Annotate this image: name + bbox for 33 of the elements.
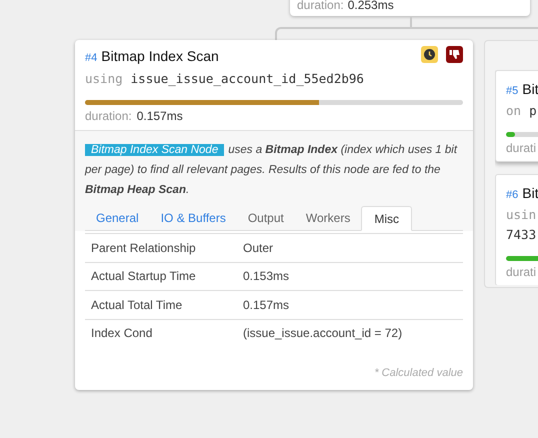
duration-label: durati bbox=[506, 140, 538, 156]
property-value: 0.157ms bbox=[243, 296, 290, 314]
property-value: 0.153ms bbox=[243, 268, 290, 286]
index-name: p bbox=[529, 102, 537, 120]
thumbs-down-icon bbox=[446, 46, 463, 63]
duration-label: durati bbox=[506, 264, 538, 280]
keyword: on bbox=[506, 102, 522, 120]
property-value: Outer bbox=[243, 240, 274, 257]
duration-value: 0.253ms bbox=[348, 0, 394, 12]
node-number: #5 bbox=[506, 84, 518, 99]
index-name: issue_issue_account_id_55ed2b96 bbox=[130, 70, 364, 88]
tab[interactable]: Output bbox=[236, 206, 295, 230]
keyword: using bbox=[85, 70, 123, 88]
duration-label: duration: bbox=[85, 108, 132, 124]
tab[interactable]: IO & Buffers bbox=[150, 206, 237, 230]
duration-label: duration: bbox=[297, 0, 344, 12]
property-value: (issue_issue.account_id = 72) bbox=[243, 325, 402, 342]
tab[interactable]: Misc bbox=[361, 206, 412, 231]
duration-value: 0.157ms bbox=[136, 108, 183, 124]
clock-icon bbox=[421, 46, 438, 63]
keyword: usin bbox=[506, 206, 536, 224]
property-name: Index Cond bbox=[91, 325, 154, 342]
index-name: 7433 bbox=[506, 226, 536, 244]
tab[interactable]: General bbox=[85, 206, 150, 230]
node-number: #6 bbox=[506, 188, 518, 203]
property-name: Actual Total Time bbox=[91, 296, 184, 314]
tab[interactable]: Workers bbox=[294, 206, 362, 230]
property-name: Actual Startup Time bbox=[91, 268, 197, 286]
node-description: Bitmap Index Scan Node uses a Bitmap Index (index which uses 1 bit per page) to find all relevant pages. Results of this node are fed to the Bitmap Heap Scan. bbox=[85, 143, 458, 198]
footnote: * Calculated value bbox=[374, 366, 463, 381]
node-title: Bitmap Index Scan bbox=[101, 47, 219, 66]
node-number: #4 bbox=[85, 51, 98, 66]
property-name: Parent Relationship bbox=[91, 240, 197, 257]
